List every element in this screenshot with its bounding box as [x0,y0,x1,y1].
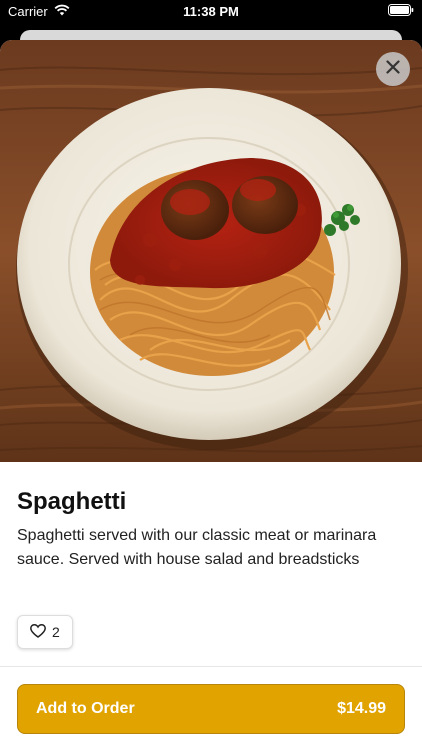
item-image [0,40,422,462]
like-button[interactable]: 2 [17,615,73,649]
heart-icon [30,623,46,641]
item-title: Spaghetti [17,488,127,515]
battery-icon [388,4,414,19]
item-description: Spaghetti served with our classic meat o… [17,527,377,568]
status-time: 11:38 PM [183,4,239,19]
item-detail-sheet: Spaghetti Spaghetti served with our clas… [0,40,422,750]
screen: Carrier 11:38 PM Spaghetti Spaghetti ser… [0,0,422,750]
close-button[interactable] [376,52,410,86]
status-bar: Carrier 11:38 PM [0,0,422,24]
divider [0,666,422,667]
add-to-order-button[interactable]: Add to Order $14.99 [17,684,405,734]
close-icon [386,59,400,79]
add-to-order-label: Add to Order [36,700,135,717]
like-count: 2 [52,624,60,640]
item-price: $14.99 [337,700,386,717]
